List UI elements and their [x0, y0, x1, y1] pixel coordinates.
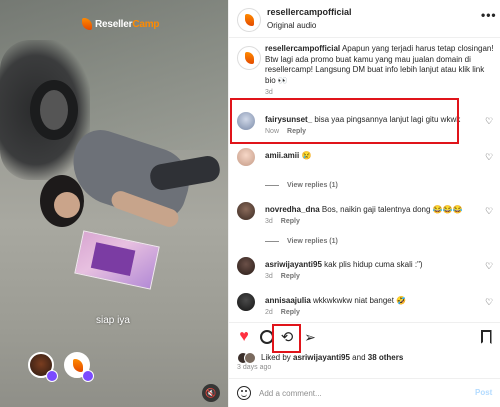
view-replies-button[interactable]: View replies (1)	[265, 238, 338, 245]
author-username[interactable]: resellercampofficial	[267, 7, 352, 17]
reply-button[interactable]: Reply	[281, 218, 300, 225]
liker-avatar	[244, 352, 256, 364]
post-header: resellercampofficial Original audio •••	[229, 0, 500, 38]
comment-username[interactable]: asriwijayanti95	[265, 260, 322, 269]
author-avatar[interactable]	[237, 8, 261, 32]
share-icon[interactable]: ➢	[301, 328, 319, 346]
action-bar: ♥ ⟲ ➢	[229, 322, 500, 350]
heart-outline-icon[interactable]: ♡	[485, 116, 493, 127]
bookmark-icon[interactable]	[477, 328, 495, 346]
heart-outline-icon[interactable]: ♡	[485, 152, 493, 163]
comment-text: kak plis hidup cuma skali :")	[324, 260, 423, 269]
emoji-icon[interactable]	[237, 386, 251, 400]
comment-time: 3d	[265, 273, 273, 280]
logo-text-alt: Camp	[132, 18, 160, 30]
heart-filled-icon[interactable]: ♥	[235, 328, 253, 346]
heart-outline-icon[interactable]: ♡	[485, 297, 493, 308]
heart-outline-icon[interactable]: ♡	[485, 206, 493, 217]
more-options-icon[interactable]: •••	[481, 8, 497, 22]
brand-logo: ResellerCamp	[82, 18, 160, 30]
comment-avatar[interactable]	[237, 148, 255, 166]
highlight-box-comment	[230, 98, 459, 144]
reel-video[interactable]: ResellerCamp siap iya 🔇	[0, 0, 228, 407]
caption-time: 3d	[265, 89, 273, 96]
comment-avatar[interactable]	[237, 257, 255, 275]
heart-outline-icon[interactable]: ♡	[485, 261, 493, 272]
speaker-muted-icon[interactable]: 🔇	[202, 384, 220, 402]
audio-label[interactable]: Original audio	[267, 21, 316, 30]
collab-badge-icon	[82, 370, 94, 382]
comment-time: 2d	[265, 309, 273, 316]
comment-username[interactable]: novredha_dna	[265, 205, 320, 214]
view-replies-button[interactable]: View replies (1)	[265, 182, 338, 189]
caption-username[interactable]: resellercampofficial	[265, 44, 340, 53]
scooter-wheel	[30, 80, 78, 140]
comment-text: wkkwkwkw niat banget 🤣	[313, 296, 407, 305]
comment-text: 😢	[301, 151, 312, 160]
flyer-image	[74, 230, 160, 290]
comment-input[interactable]	[259, 385, 459, 401]
comment-username[interactable]: amii.amii	[265, 151, 299, 160]
caption-text: resellercampofficial Apapun yang terjadi…	[265, 44, 497, 86]
logo-text-main: Reseller	[95, 18, 133, 30]
video-caption: siap iya	[96, 315, 130, 326]
post-date: 3 days ago	[237, 364, 272, 371]
reply-button[interactable]: Reply	[281, 309, 300, 316]
comment-text: Bos, naikin gaji talentnya dong 😂😂😂	[321, 205, 463, 214]
reply-button[interactable]: Reply	[281, 273, 300, 280]
highlight-box-repost	[272, 324, 301, 353]
liked-by[interactable]: Liked by asriwijayanti95 and 38 others	[237, 351, 497, 365]
comment-time: 3d	[265, 218, 273, 225]
post-panel: resellercampofficial Original audio ••• …	[228, 0, 500, 407]
add-comment-bar: Post	[229, 378, 500, 407]
post-button[interactable]: Post	[475, 388, 492, 397]
flame-logo-icon	[82, 18, 92, 30]
comment-avatar[interactable]	[237, 293, 255, 311]
comment-avatar[interactable]	[237, 202, 255, 220]
likes-others[interactable]: 38 others	[368, 353, 404, 362]
person-face	[54, 192, 80, 218]
collab-badge-icon	[46, 370, 58, 382]
caption-avatar[interactable]	[237, 46, 261, 70]
liker-username[interactable]: asriwijayanti95	[293, 353, 350, 362]
flame-logo-icon	[73, 359, 83, 372]
comment-username[interactable]: annisaajulia	[265, 296, 311, 305]
